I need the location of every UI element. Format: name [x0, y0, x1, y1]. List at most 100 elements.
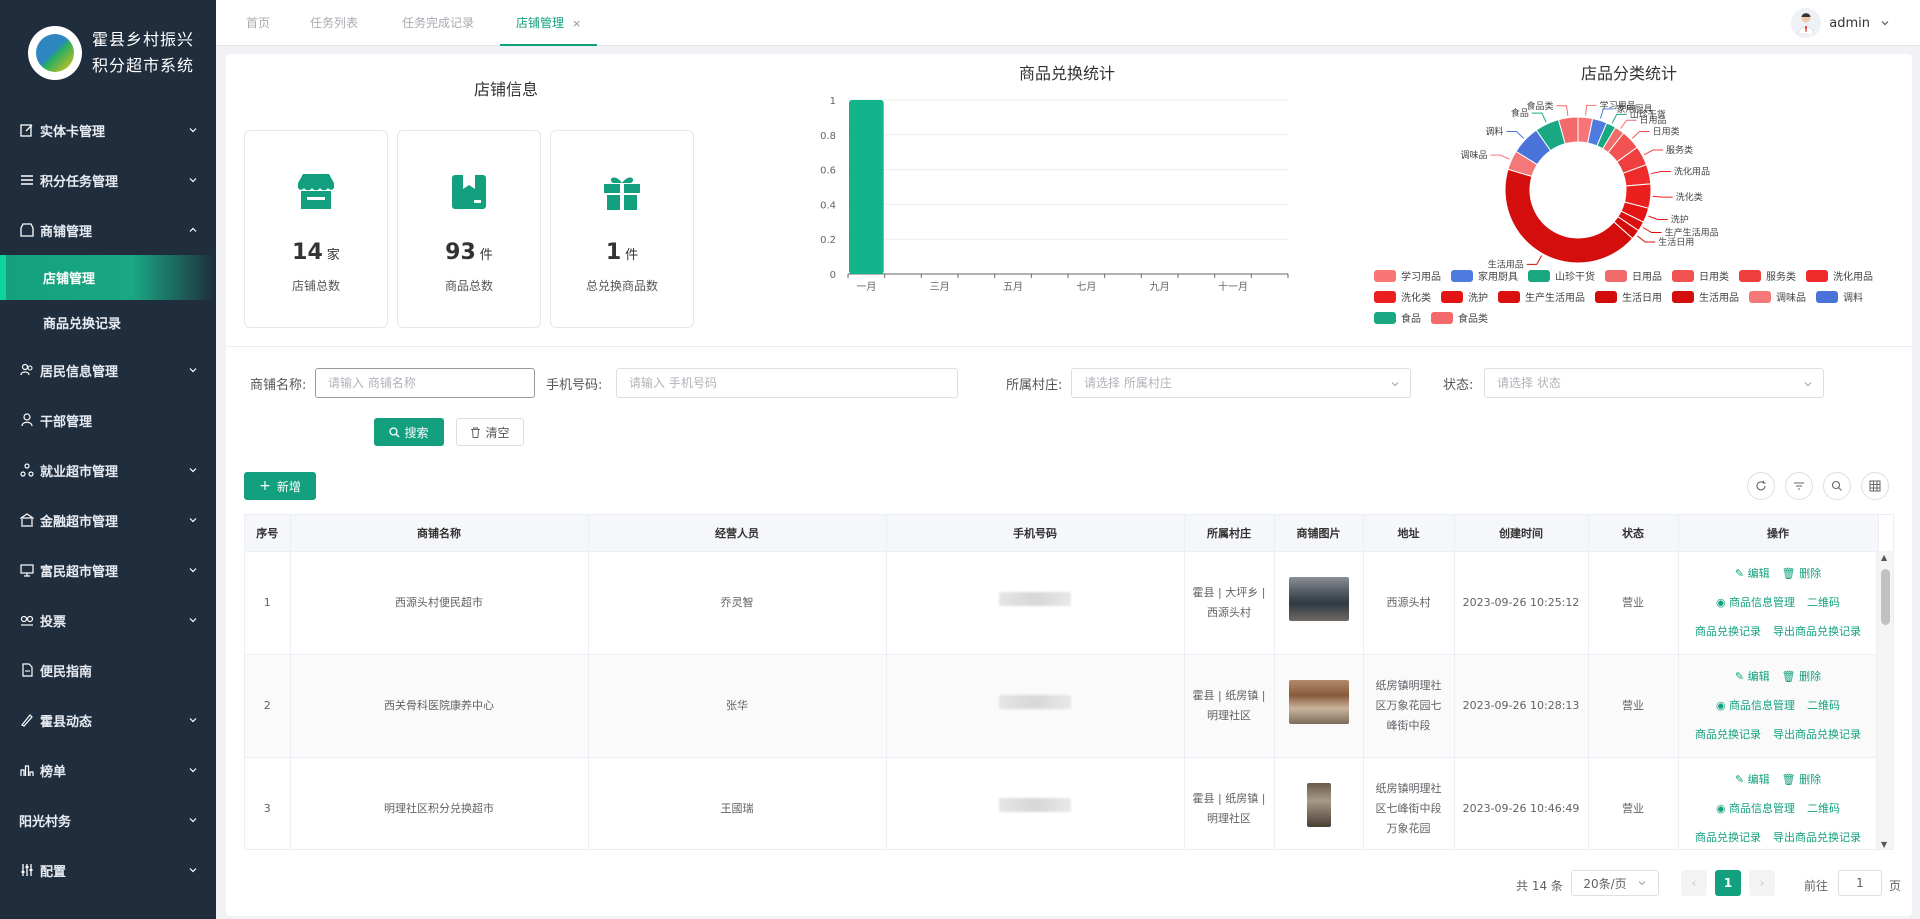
- legend-item[interactable]: 生活用品: [1672, 289, 1739, 304]
- legend-swatch: [1595, 290, 1617, 303]
- legend-item[interactable]: 食品类: [1431, 310, 1488, 325]
- tab-task-list[interactable]: 任务列表: [310, 0, 358, 46]
- pie-slice[interactable]: [1504, 168, 1634, 264]
- page-size-select[interactable]: 20条/页: [1571, 870, 1659, 896]
- export-record-button[interactable]: 导出商品兑换记录: [1773, 625, 1861, 638]
- legend-item[interactable]: 日用品: [1605, 268, 1662, 283]
- qrcode-button[interactable]: 二维码: [1807, 596, 1840, 609]
- chevron-down-icon: [189, 768, 197, 773]
- user-menu[interactable]: admin: [1791, 8, 1890, 38]
- x-tick-label: 十一月: [1218, 280, 1248, 293]
- goods-manage-button[interactable]: ◉ 商品信息管理: [1716, 699, 1795, 712]
- exchange-record-button[interactable]: 商品兑换记录: [1695, 728, 1761, 741]
- next-page-button[interactable]: ›: [1749, 870, 1775, 896]
- legend-item[interactable]: 家用厨具: [1451, 268, 1518, 283]
- legend-label: 日用品: [1632, 272, 1662, 283]
- goto-page-input[interactable]: 1: [1838, 870, 1882, 896]
- page-button[interactable]: 1: [1715, 870, 1741, 896]
- export-record-button[interactable]: 导出商品兑换记录: [1773, 831, 1861, 844]
- shop-image[interactable]: [1288, 680, 1349, 724]
- bar[interactable]: [849, 100, 884, 274]
- sidebar-item-affairs[interactable]: 阳光村务: [0, 795, 216, 845]
- sidebar-item-config[interactable]: 配置: [0, 845, 216, 895]
- edit-button[interactable]: ✎ 编辑: [1735, 567, 1770, 580]
- goods-manage-button[interactable]: ◉ 商品信息管理: [1716, 802, 1795, 815]
- scroll-down-icon[interactable]: ▼: [1881, 840, 1887, 849]
- legend-item[interactable]: 调料: [1816, 289, 1863, 304]
- legend-item[interactable]: 洗化用品: [1806, 268, 1873, 283]
- prev-page-button[interactable]: ‹: [1681, 870, 1707, 896]
- sidebar-item-task[interactable]: 积分任务管理: [0, 155, 216, 205]
- sidebar-item-news[interactable]: 霍县动态: [0, 695, 216, 745]
- scroll-up-icon[interactable]: ▲: [1881, 553, 1887, 562]
- sidebar-item-shop[interactable]: 商铺管理: [0, 205, 216, 255]
- pie-label-line: [1611, 113, 1627, 124]
- scrollbar-thumb[interactable]: [1881, 569, 1890, 625]
- shop-name-input[interactable]: 请输入 商铺名称: [315, 368, 535, 398]
- sidebar-item-ranking[interactable]: 榜单: [0, 745, 216, 795]
- phone-masked: [999, 695, 1071, 709]
- delete-button[interactable]: 🗑 删除: [1782, 773, 1821, 786]
- legend-item[interactable]: 生产生活用品: [1498, 289, 1585, 304]
- tab-task-record[interactable]: 任务完成记录: [402, 0, 474, 46]
- legend-item[interactable]: 学习用品: [1374, 268, 1441, 283]
- edit-button[interactable]: ✎ 编辑: [1735, 670, 1770, 683]
- qrcode-button[interactable]: 二维码: [1807, 802, 1840, 815]
- table-scrollbar[interactable]: ▲ ▼: [1876, 551, 1893, 849]
- phone-input[interactable]: 请输入 手机号码: [616, 368, 958, 398]
- col-header-shop-name: 商铺名称: [290, 515, 589, 552]
- close-icon[interactable]: ×: [572, 17, 581, 30]
- x-tick-label: 五月: [1003, 281, 1023, 293]
- sidebar-subitem-exchange-record[interactable]: 商品兑换记录: [0, 300, 216, 345]
- search-button[interactable]: 搜索: [374, 418, 444, 446]
- sidebar-item-card[interactable]: 实体卡管理: [0, 105, 216, 155]
- legend-item[interactable]: 服务类: [1739, 268, 1796, 283]
- refresh-button[interactable]: [1747, 472, 1775, 500]
- delete-button[interactable]: 🗑 删除: [1782, 670, 1821, 683]
- legend-item[interactable]: 生活日用: [1595, 289, 1662, 304]
- legend-swatch: [1672, 290, 1694, 303]
- shop-image[interactable]: [1306, 783, 1331, 827]
- tab-home[interactable]: 首页: [246, 0, 270, 46]
- sidebar-item-cadre[interactable]: 干部管理: [0, 395, 216, 445]
- edit-button[interactable]: ✎ 编辑: [1735, 773, 1770, 786]
- chevron-down-icon: [189, 518, 197, 523]
- columns-button[interactable]: [1861, 472, 1889, 500]
- legend-item[interactable]: 洗护: [1441, 289, 1488, 304]
- legend-swatch: [1451, 269, 1473, 282]
- legend-item[interactable]: 日用类: [1672, 268, 1729, 283]
- chevron-down-icon: [1881, 21, 1889, 26]
- status-select[interactable]: 请选择 状态: [1484, 368, 1824, 398]
- shop-icon: [19, 223, 34, 238]
- delete-button[interactable]: 🗑 删除: [1782, 567, 1821, 580]
- pie-label: 洗化类: [1676, 191, 1703, 203]
- sidebar-item-fumin[interactable]: 富民超市管理: [0, 545, 216, 595]
- exchange-record-button[interactable]: 商品兑换记录: [1695, 831, 1761, 844]
- export-record-button[interactable]: 导出商品兑换记录: [1773, 728, 1861, 741]
- village-label: 所属村庄:: [1006, 378, 1063, 393]
- exchange-record-button[interactable]: 商品兑换记录: [1695, 625, 1761, 638]
- x-tick-label: 三月: [930, 281, 950, 293]
- tab-shop-manage[interactable]: 店铺管理 ×: [500, 0, 598, 46]
- y-tick-label: 0.2: [820, 235, 836, 246]
- sidebar-item-resident[interactable]: 居民信息管理: [0, 345, 216, 395]
- legend-item[interactable]: 食品: [1374, 310, 1421, 325]
- logo-area: 霍县乡村振兴 积分超市系统: [0, 0, 216, 105]
- sidebar-item-vote[interactable]: 投票: [0, 595, 216, 645]
- sidebar-item-employment[interactable]: 就业超市管理: [0, 445, 216, 495]
- y-tick-label: 1: [830, 96, 836, 107]
- search-toggle-button[interactable]: [1823, 472, 1851, 500]
- goods-manage-button[interactable]: ◉ 商品信息管理: [1716, 596, 1795, 609]
- legend-item[interactable]: 山珍干货: [1528, 268, 1595, 283]
- sidebar-subitem-shop-manage[interactable]: 店铺管理: [0, 255, 216, 300]
- shop-image[interactable]: [1288, 577, 1349, 621]
- sidebar-item-finance[interactable]: 金融超市管理: [0, 495, 216, 545]
- clear-button[interactable]: 清空: [456, 418, 524, 446]
- sidebar-item-guide[interactable]: 便民指南: [0, 645, 216, 695]
- filter-button[interactable]: [1785, 472, 1813, 500]
- legend-item[interactable]: 调味品: [1749, 289, 1806, 304]
- village-select[interactable]: 请选择 所属村庄: [1071, 368, 1411, 398]
- legend-item[interactable]: 洗化类: [1374, 289, 1431, 304]
- qrcode-button[interactable]: 二维码: [1807, 699, 1840, 712]
- add-button[interactable]: + 新增: [244, 472, 316, 500]
